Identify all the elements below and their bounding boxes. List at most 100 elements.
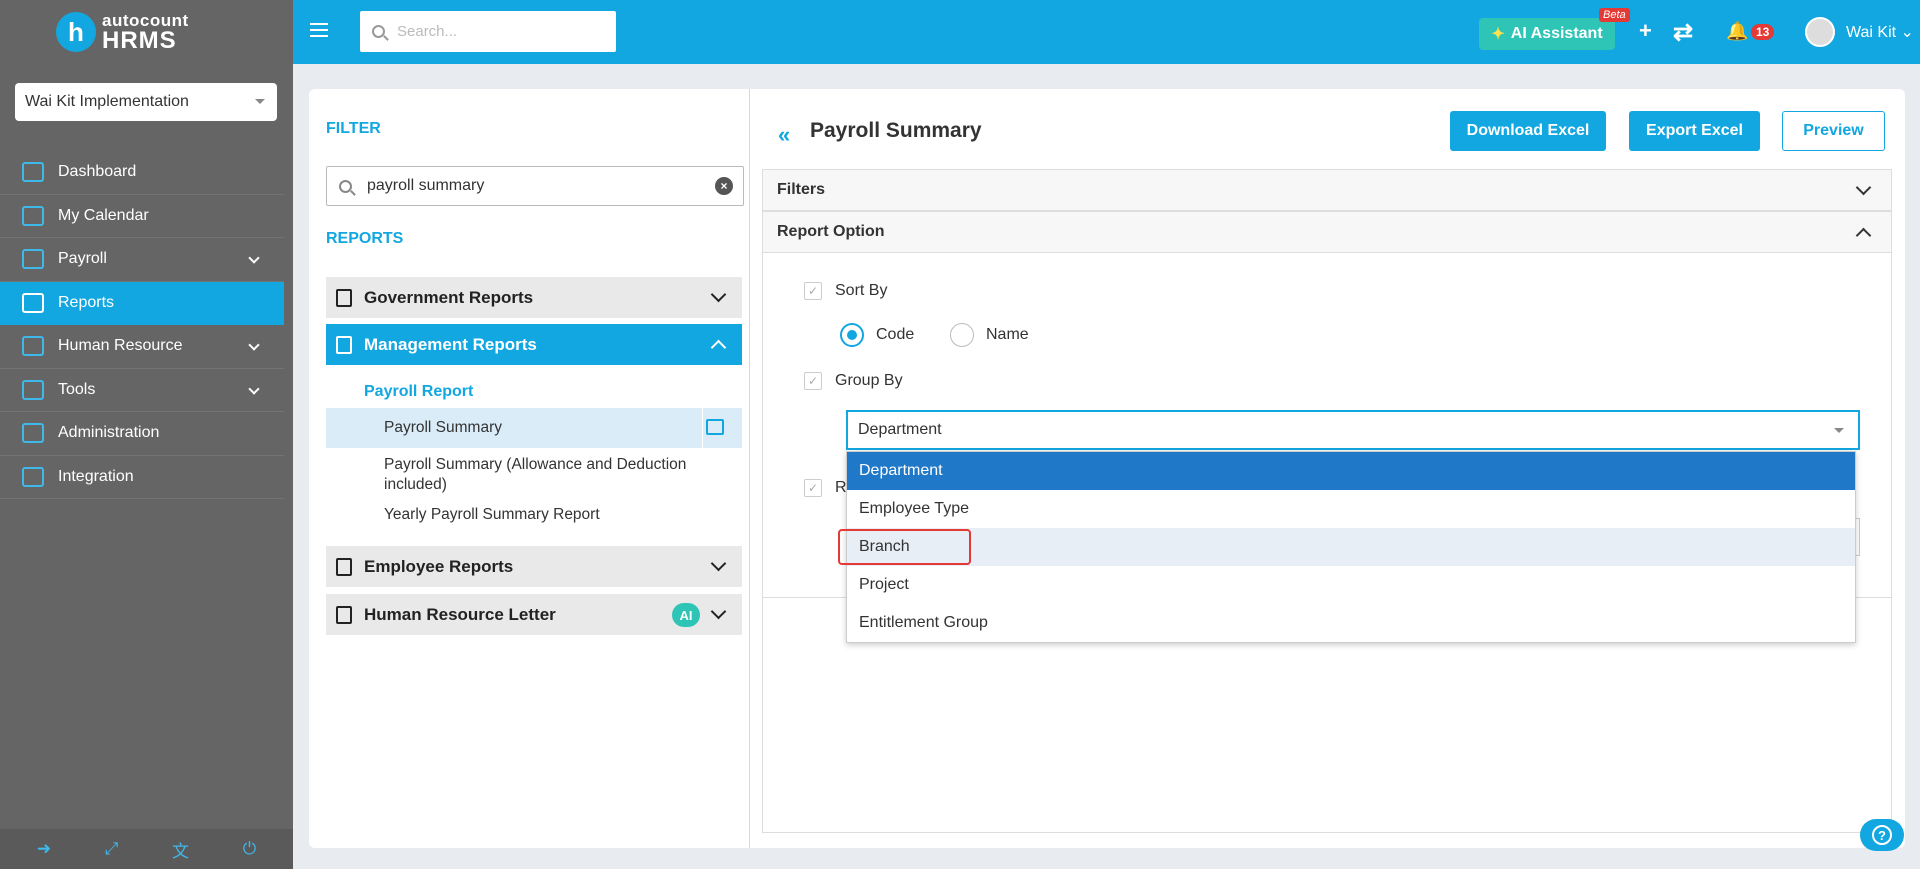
group-employee-reports[interactable]: Employee Reports xyxy=(326,546,742,587)
report-item-label: Payroll Summary (Allowance and Deduction… xyxy=(384,456,687,493)
payroll-icon xyxy=(22,249,44,270)
report-item-payroll-summary-allowance[interactable]: Payroll Summary (Allowance and Deduction… xyxy=(326,453,742,497)
filter-title: FILTER xyxy=(326,120,381,137)
sidebar-item-label: Dashboard xyxy=(58,163,137,181)
sidebar-item-tools[interactable]: Tools xyxy=(0,369,284,412)
third-option-label: R xyxy=(835,479,847,496)
sidebar-item-label: Reports xyxy=(58,293,115,311)
bell-icon[interactable]: 🔔 xyxy=(1726,21,1748,42)
caret-down-icon xyxy=(255,99,265,104)
group-government-reports[interactable]: Government Reports xyxy=(326,277,742,318)
ai-assistant-label: AI Assistant xyxy=(1510,25,1603,42)
sidebar-item-label: Tools xyxy=(58,380,96,398)
logo-icon: h xyxy=(56,12,96,52)
reports-title: REPORTS xyxy=(326,230,404,247)
hamburger-menu-icon[interactable] xyxy=(310,23,328,41)
logout-icon[interactable]: ➜ xyxy=(37,839,51,859)
sidebar-item-human-resource[interactable]: Human Resource xyxy=(0,325,284,369)
group-label: Employee Reports xyxy=(364,556,514,576)
top-bar: Search... ✦ AI Assistant Beta + ⇄ 🔔 13 W… xyxy=(293,0,1920,64)
plus-icon[interactable]: + xyxy=(1639,18,1652,44)
report-option-accordion[interactable]: Report Option xyxy=(762,211,1892,253)
help-button[interactable]: ? xyxy=(1860,819,1904,851)
avatar[interactable] xyxy=(1805,17,1835,47)
payroll-report-heading: Payroll Report xyxy=(364,383,474,400)
sort-name-label: Name xyxy=(986,326,1029,343)
app-logo[interactable]: h autocount HRMS xyxy=(0,0,293,64)
company-select[interactable]: Wai Kit Implementation xyxy=(15,83,277,121)
tools-icon xyxy=(22,379,44,400)
sidebar-nav: Dashboard My Calendar Payroll Reports Hu… xyxy=(0,151,284,499)
language-icon[interactable]: 文 xyxy=(172,837,189,862)
search-input[interactable]: Search... xyxy=(360,11,616,52)
group-label: Government Reports xyxy=(364,287,534,307)
collapse-panel-icon[interactable]: « xyxy=(778,122,791,148)
chevron-up-icon xyxy=(710,339,727,356)
chevron-down-icon xyxy=(248,382,260,395)
group-by-select[interactable]: Department xyxy=(846,410,1860,450)
beta-badge: Beta xyxy=(1599,8,1630,22)
sidebar-item-dashboard[interactable]: Dashboard xyxy=(0,151,284,195)
ai-assistant-button[interactable]: ✦ AI Assistant xyxy=(1479,18,1615,50)
sort-by-label: Sort By xyxy=(835,282,888,299)
user-menu[interactable]: Wai Kit ⌄ xyxy=(1846,22,1914,42)
preview-button[interactable]: Preview xyxy=(1782,111,1885,151)
username: Wai Kit xyxy=(1846,24,1897,41)
third-option-checkbox[interactable]: ✓ xyxy=(804,479,822,497)
export-excel-button[interactable]: Export Excel xyxy=(1629,111,1760,151)
chevron-down-icon xyxy=(248,252,260,264)
report-icon xyxy=(336,557,352,576)
sidebar-item-integration[interactable]: Integration xyxy=(0,456,284,499)
chevron-down-icon xyxy=(710,603,727,620)
power-icon[interactable]: ⏻ xyxy=(243,839,256,859)
clear-icon[interactable]: × xyxy=(715,177,733,195)
search-placeholder: Search... xyxy=(397,23,458,40)
accordion-label: Report Option xyxy=(777,223,885,240)
report-filter-value: payroll summary xyxy=(367,177,485,194)
sidebar-item-label: Integration xyxy=(58,467,134,485)
sidebar-item-label: Payroll xyxy=(58,250,107,268)
page-title: Payroll Summary xyxy=(810,119,982,142)
sort-name-radio[interactable] xyxy=(950,323,974,347)
chevron-up-icon xyxy=(1855,227,1872,244)
option-entitlement-group[interactable]: Entitlement Group xyxy=(847,604,1855,642)
report-icon xyxy=(336,288,352,307)
option-department[interactable]: Department xyxy=(847,452,1855,490)
group-label: Management Reports xyxy=(364,334,537,354)
report-filter-panel: FILTER payroll summary × REPORTS Governm… xyxy=(309,89,750,848)
report-filter-input[interactable]: payroll summary × xyxy=(326,166,744,206)
sidebar-item-administration[interactable]: Administration xyxy=(0,412,284,456)
sparkle-icon: ✦ xyxy=(1491,26,1505,43)
report-item-payroll-summary[interactable]: Payroll Summary xyxy=(326,408,742,448)
logo-product: HRMS xyxy=(102,26,177,54)
group-management-reports[interactable]: Management Reports xyxy=(326,324,742,365)
notification-count: 13 xyxy=(1751,24,1775,40)
fullscreen-icon[interactable]: ⤢ xyxy=(105,839,119,859)
sync-icon[interactable]: ⇄ xyxy=(1673,18,1693,47)
group-label: Human Resource Letter xyxy=(364,604,556,624)
sidebar: h autocount HRMS Wai Kit Implementation … xyxy=(0,0,293,869)
chevron-down-icon xyxy=(248,339,260,351)
caret-down-icon xyxy=(1834,428,1844,433)
sort-code-radio[interactable] xyxy=(840,323,864,347)
sidebar-item-my-calendar[interactable]: My Calendar xyxy=(0,195,284,238)
option-branch[interactable]: Branch xyxy=(847,528,1855,566)
report-item-yearly-payroll-summary[interactable]: Yearly Payroll Summary Report xyxy=(326,500,742,530)
company-select-value: Wai Kit Implementation xyxy=(25,93,189,110)
option-employee-type[interactable]: Employee Type xyxy=(847,490,1855,528)
group-human-resource-letter[interactable]: Human Resource Letter AI xyxy=(326,594,742,635)
chevron-down-icon xyxy=(710,555,727,572)
dashboard-icon xyxy=(22,162,44,183)
group-by-checkbox[interactable]: ✓ xyxy=(804,372,822,390)
letter-icon xyxy=(336,605,352,624)
filters-accordion[interactable]: Filters xyxy=(762,169,1892,211)
search-icon xyxy=(339,179,352,193)
edit-icon[interactable] xyxy=(706,419,724,435)
search-icon xyxy=(372,25,385,38)
download-excel-button[interactable]: Download Excel xyxy=(1450,111,1606,151)
option-project[interactable]: Project xyxy=(847,566,1855,604)
sort-by-checkbox[interactable]: ✓ xyxy=(804,282,822,300)
sidebar-item-reports[interactable]: Reports xyxy=(0,281,284,325)
chevron-down-icon xyxy=(710,286,727,303)
sidebar-item-payroll[interactable]: Payroll xyxy=(0,238,284,282)
